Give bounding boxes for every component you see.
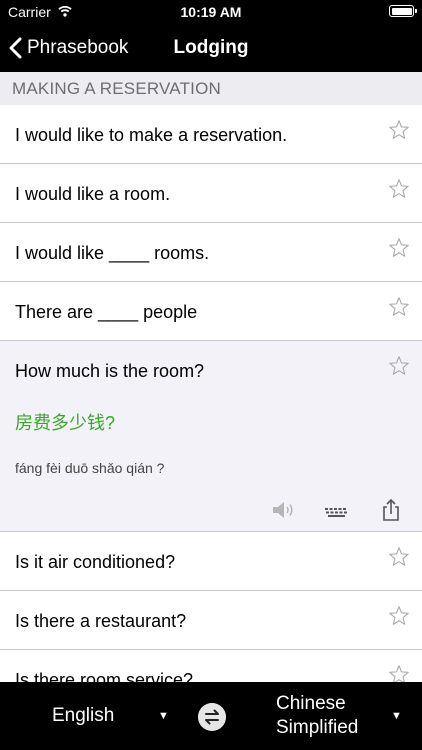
language-bar: English ▼ Chinese Simplified ▼ bbox=[0, 682, 422, 750]
caret-down-icon[interactable]: ▼ bbox=[158, 710, 169, 722]
phrase-text: Is there room service? bbox=[15, 670, 194, 682]
phrase-text: There are ____ people bbox=[15, 302, 198, 322]
swap-languages-icon[interactable] bbox=[198, 703, 226, 731]
star-icon[interactable] bbox=[388, 664, 410, 682]
phrase-row[interactable]: There are ____ people bbox=[0, 282, 422, 341]
star-icon[interactable] bbox=[388, 296, 410, 318]
star-icon[interactable] bbox=[388, 546, 410, 568]
phrase-text: How much is the room? bbox=[15, 361, 205, 381]
phrase-row[interactable]: Is there a restaurant? bbox=[0, 591, 422, 650]
phrase-text: Is there a restaurant? bbox=[15, 611, 187, 631]
pinyin-text: fáng fèi duō shǎo qián ? bbox=[15, 460, 165, 476]
phrase-list[interactable]: MAKING A RESERVATION I would like to mak… bbox=[0, 72, 422, 682]
source-language-picker[interactable]: English bbox=[52, 705, 114, 727]
battery-level bbox=[391, 7, 412, 15]
phrase-row[interactable]: I would like ____ rooms. bbox=[0, 223, 422, 282]
phrase-text: I would like ____ rooms. bbox=[15, 243, 210, 263]
speaker-icon[interactable] bbox=[270, 499, 296, 521]
star-icon[interactable] bbox=[388, 605, 410, 627]
navigation-bar: Phrasebook Lodging bbox=[0, 24, 422, 72]
section-header: MAKING A RESERVATION bbox=[0, 72, 422, 105]
star-icon[interactable] bbox=[388, 237, 410, 259]
status-bar: Carrier 10:19 AM bbox=[0, 0, 422, 24]
phrase-row[interactable]: I would like to make a reservation. bbox=[0, 105, 422, 164]
phrase-row-expanded[interactable]: How much is the room? 房费多少钱? fáng fèi du… bbox=[0, 341, 422, 532]
share-icon[interactable] bbox=[378, 499, 404, 521]
page-title: Lodging bbox=[173, 37, 249, 58]
star-icon[interactable] bbox=[388, 119, 410, 141]
keyboard-icon[interactable] bbox=[324, 499, 350, 521]
phrase-row[interactable]: Is it air conditioned? bbox=[0, 532, 422, 591]
target-language-picker[interactable]: Chinese Simplified bbox=[276, 692, 358, 740]
caret-down-icon[interactable]: ▼ bbox=[391, 710, 402, 722]
phrase-row[interactable]: Is there room service? bbox=[0, 650, 422, 682]
phrase-text: I would like to make a reservation. bbox=[15, 125, 288, 145]
phrase-text: I would like a room. bbox=[15, 184, 171, 204]
translation-text: 房费多少钱? bbox=[15, 413, 116, 433]
target-language-line-1: Chinese bbox=[276, 693, 346, 714]
star-icon[interactable] bbox=[388, 355, 410, 377]
status-time: 10:19 AM bbox=[180, 4, 242, 20]
target-language-line-2: Simplified bbox=[276, 717, 359, 738]
star-icon[interactable] bbox=[388, 178, 410, 200]
battery-icon bbox=[389, 5, 417, 17]
phrase-row[interactable]: I would like a room. bbox=[0, 164, 422, 223]
phrase-text: Is it air conditioned? bbox=[15, 552, 176, 572]
